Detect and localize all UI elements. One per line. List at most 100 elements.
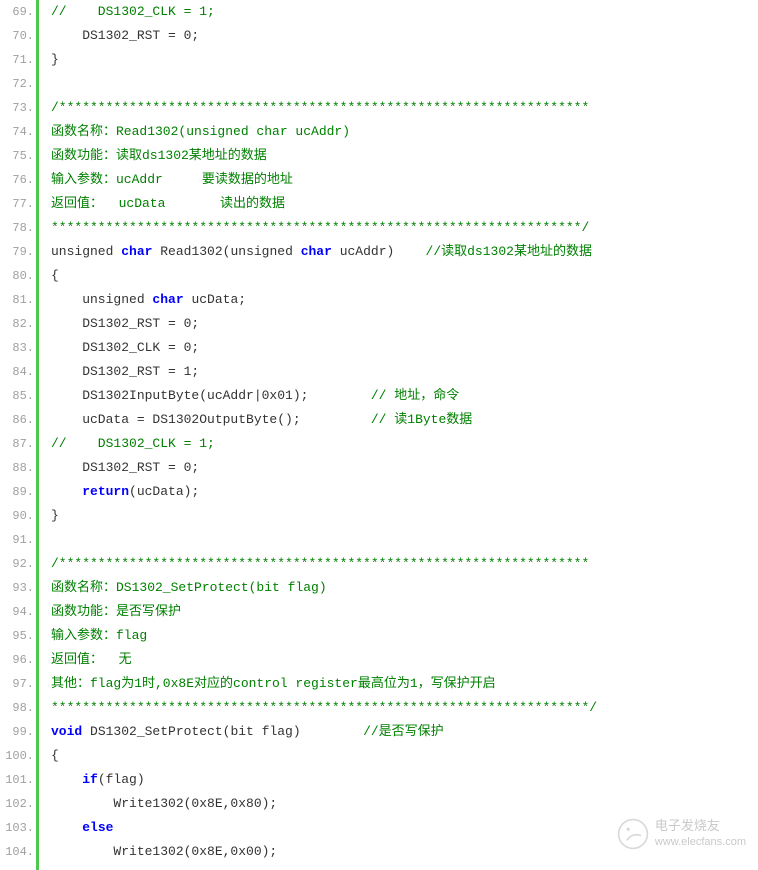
code-line[interactable]: DS1302_RST = 1; [51,360,758,384]
token-plain: DS1302InputByte(ucAddr|0x01); [51,388,371,403]
token-keyword: return [82,484,129,499]
token-keyword: char [152,292,183,307]
line-number: 101. [0,768,36,792]
code-line[interactable]: DS1302_RST = 0; [51,24,758,48]
code-line[interactable]: DS1302_RST = 0; [51,312,758,336]
line-number: 97. [0,672,36,696]
code-line[interactable]: /***************************************… [51,96,758,120]
token-plain: DS1302_RST = 1; [51,364,199,379]
token-comment: //是否写保护 [363,724,444,739]
code-line[interactable]: 输入参数：ucAddr 要读数据的地址 [51,168,758,192]
token-plain [51,820,82,835]
token-plain: ucData; [184,292,246,307]
line-number: 79. [0,240,36,264]
token-plain: ucData = DS1302OutputByte(); [51,412,371,427]
code-line[interactable]: // DS1302_CLK = 1; [51,0,758,24]
line-number: 91. [0,528,36,552]
token-plain: DS1302_RST = 0; [51,28,199,43]
code-line[interactable]: ucData = DS1302OutputByte(); // 读1Byte数据 [51,408,758,432]
line-number: 76. [0,168,36,192]
code-line[interactable]: { [51,744,758,768]
code-line[interactable]: ****************************************… [51,216,758,240]
token-plain: (flag) [98,772,145,787]
code-line[interactable]: 函数功能：读取ds1302某地址的数据 [51,144,758,168]
token-plain: unsigned [51,292,152,307]
token-comment: // DS1302_CLK = 1; [51,4,215,19]
code-editor: 69.70.71.72.73.74.75.76.77.78.79.80.81.8… [0,0,758,870]
code-line[interactable]: unsigned char Read1302(unsigned char ucA… [51,240,758,264]
line-number: 102. [0,792,36,816]
token-plain: ucAddr) [332,244,426,259]
line-number: 70. [0,24,36,48]
code-line[interactable]: ****************************************… [51,696,758,720]
token-keyword: void [51,724,82,739]
line-number: 90. [0,504,36,528]
line-number: 85. [0,384,36,408]
token-keyword: char [121,244,152,259]
token-comment: ****************************************… [51,700,597,715]
token-plain [51,772,82,787]
token-plain: DS1302_CLK = 0; [51,340,199,355]
code-line[interactable]: 函数名称：Read1302(unsigned char ucAddr) [51,120,758,144]
token-comment: // 读1Byte数据 [371,412,472,427]
code-line[interactable]: return(ucData); [51,480,758,504]
code-line[interactable]: else [51,816,758,840]
token-comment: 输入参数：flag [51,628,147,643]
line-number: 74. [0,120,36,144]
line-number: 69. [0,0,36,24]
code-area[interactable]: // DS1302_CLK = 1; DS1302_RST = 0;} /***… [39,0,758,870]
token-comment: ****************************************… [51,220,589,235]
code-line[interactable]: DS1302_CLK = 0; [51,336,758,360]
line-number: 82. [0,312,36,336]
line-number: 81. [0,288,36,312]
token-comment: /***************************************… [51,556,589,571]
token-comment: 返回值： ucData 读出的数据 [51,196,285,211]
code-line[interactable]: void DS1302_SetProtect(bit flag) //是否写保护 [51,720,758,744]
token-plain: Write1302(0x8E,0x80); [51,796,277,811]
token-plain: unsigned [51,244,113,259]
token-comment: 返回值： 无 [51,652,132,667]
token-comment: 输入参数：ucAddr 要读数据的地址 [51,172,293,187]
line-number: 99. [0,720,36,744]
code-line[interactable]: 返回值： 无 [51,648,758,672]
token-comment: //读取ds1302某地址的数据 [426,244,592,259]
line-number: 104. [0,840,36,864]
code-line[interactable]: 函数功能：是否写保护 [51,600,758,624]
token-comment: // DS1302_CLK = 1; [51,436,215,451]
code-line[interactable]: DS1302InputByte(ucAddr|0x01); // 地址，命令 [51,384,758,408]
line-number: 77. [0,192,36,216]
token-plain: } [51,508,59,523]
token-comment: 其他：flag为1时,0x8E对应的control register最高位为1，… [51,676,496,691]
code-line[interactable] [51,528,758,552]
code-line[interactable]: // DS1302_CLK = 1; [51,432,758,456]
token-plain: DS1302_SetProtect(bit flag) [82,724,363,739]
token-plain: Read1302(unsigned [152,244,300,259]
code-line[interactable]: 返回值： ucData 读出的数据 [51,192,758,216]
code-line[interactable]: Write1302(0x8E,0x00); [51,840,758,864]
code-line[interactable]: Write1302(0x8E,0x80); [51,792,758,816]
line-number: 93. [0,576,36,600]
code-line[interactable]: 其他：flag为1时,0x8E对应的control register最高位为1，… [51,672,758,696]
code-line[interactable]: { [51,264,758,288]
line-number: 75. [0,144,36,168]
token-plain: { [51,748,59,763]
code-line[interactable]: DS1302_RST = 0; [51,456,758,480]
code-line[interactable]: if(flag) [51,768,758,792]
code-line[interactable] [51,72,758,96]
line-number: 95. [0,624,36,648]
code-line[interactable]: unsigned char ucData; [51,288,758,312]
code-line[interactable]: /***************************************… [51,552,758,576]
line-number: 84. [0,360,36,384]
token-comment: 函数功能：是否写保护 [51,604,181,619]
line-number: 78. [0,216,36,240]
line-number: 92. [0,552,36,576]
line-number: 80. [0,264,36,288]
code-line[interactable]: } [51,48,758,72]
code-line[interactable]: 输入参数：flag [51,624,758,648]
line-number: 83. [0,336,36,360]
token-keyword: else [82,820,113,835]
code-line[interactable]: } [51,504,758,528]
token-comment: 函数名称：Read1302(unsigned char ucAddr) [51,124,350,139]
token-comment: /***************************************… [51,100,589,115]
code-line[interactable]: 函数名称：DS1302_SetProtect(bit flag) [51,576,758,600]
